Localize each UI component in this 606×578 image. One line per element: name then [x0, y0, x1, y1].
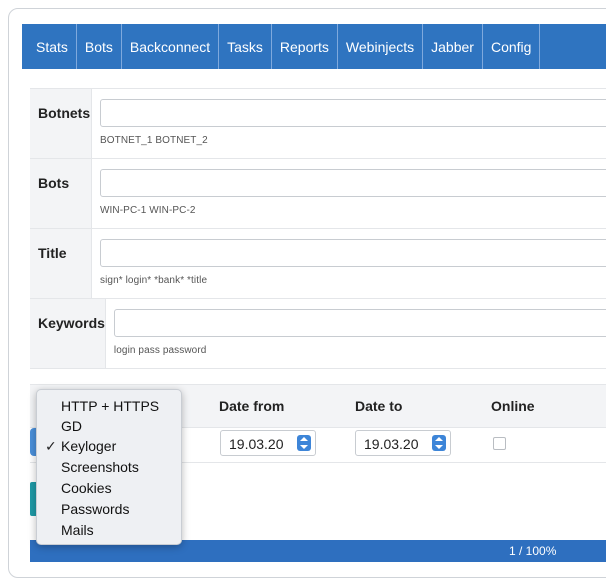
- botnets-hint: BOTNET_1 BOTNET_2: [100, 135, 208, 146]
- dropdown-option-cookies[interactable]: Cookies: [61, 480, 112, 496]
- date-to-stepper-icon[interactable]: [432, 435, 446, 451]
- date-to-value: 19.03.20: [364, 436, 419, 452]
- bots-hint: WIN-PC-1 WIN-PC-2: [100, 205, 196, 216]
- filter-row-bots: Bots WIN-PC-1 WIN-PC-2: [30, 159, 606, 229]
- filter-row-title: Title sign* login* *bank* *title: [30, 229, 606, 299]
- filter-label-title: Title: [30, 229, 92, 298]
- keywords-hint: login pass password: [113, 345, 207, 356]
- nav-bots[interactable]: Bots: [77, 24, 122, 69]
- nav-webinjects[interactable]: Webinjects: [338, 24, 424, 69]
- nav-more[interactable]: [540, 24, 560, 69]
- filter-label-botnets: Botnets: [30, 89, 92, 158]
- type-dropdown-menu: HTTP + HTTPS GD ✓ Keyloger Screenshots C…: [36, 389, 182, 545]
- date-from-value: 19.03.20: [229, 436, 284, 452]
- dropdown-option-mails[interactable]: Mails: [61, 522, 94, 538]
- bots-input[interactable]: [100, 169, 606, 197]
- date-from-header: Date from: [219, 398, 285, 414]
- nav-backconnect[interactable]: Backconnect: [122, 24, 220, 69]
- main-navbar: Stats Bots Backconnect Tasks Reports Web…: [22, 24, 606, 69]
- title-hint: sign* login* *bank* *title: [100, 275, 208, 286]
- progress-text: 1 / 100%: [509, 544, 557, 558]
- checkmark-icon: ✓: [45, 438, 57, 454]
- dropdown-option-http-https[interactable]: HTTP + HTTPS: [61, 398, 159, 414]
- filter-label-keywords: Keywords: [30, 299, 106, 368]
- date-from-input[interactable]: 19.03.20: [220, 430, 316, 456]
- date-from-stepper-icon[interactable]: [297, 435, 311, 451]
- filter-label-bots: Bots: [30, 159, 92, 228]
- dropdown-option-passwords[interactable]: Passwords: [61, 501, 129, 517]
- dropdown-option-gd[interactable]: GD: [61, 418, 82, 434]
- filter-row-botnets: Botnets BOTNET_1 BOTNET_2: [30, 89, 606, 159]
- date-to-header: Date to: [355, 398, 403, 414]
- filter-cell-bots: WIN-PC-1 WIN-PC-2: [92, 159, 606, 228]
- online-checkbox[interactable]: [493, 437, 506, 450]
- online-header: Online: [491, 398, 535, 414]
- date-to-input[interactable]: 19.03.20: [355, 430, 451, 456]
- nav-stats[interactable]: Stats: [22, 24, 77, 69]
- filter-table: Botnets BOTNET_1 BOTNET_2 Bots WIN-PC-1 …: [30, 88, 606, 369]
- dropdown-option-keyloger[interactable]: Keyloger: [61, 438, 116, 454]
- botnets-input[interactable]: [100, 99, 606, 127]
- filter-cell-keywords: login pass password: [106, 299, 606, 368]
- nav-reports[interactable]: Reports: [272, 24, 338, 69]
- nav-config[interactable]: Config: [483, 24, 541, 69]
- filter-row-keywords: Keywords login pass password: [30, 299, 606, 369]
- title-input[interactable]: [100, 239, 606, 267]
- nav-tasks[interactable]: Tasks: [219, 24, 272, 69]
- nav-jabber[interactable]: Jabber: [423, 24, 483, 69]
- keywords-input[interactable]: [113, 309, 606, 337]
- filter-cell-title: sign* login* *bank* *title: [92, 229, 606, 298]
- dropdown-option-screenshots[interactable]: Screenshots: [61, 459, 139, 475]
- filter-cell-botnets: BOTNET_1 BOTNET_2: [92, 89, 606, 158]
